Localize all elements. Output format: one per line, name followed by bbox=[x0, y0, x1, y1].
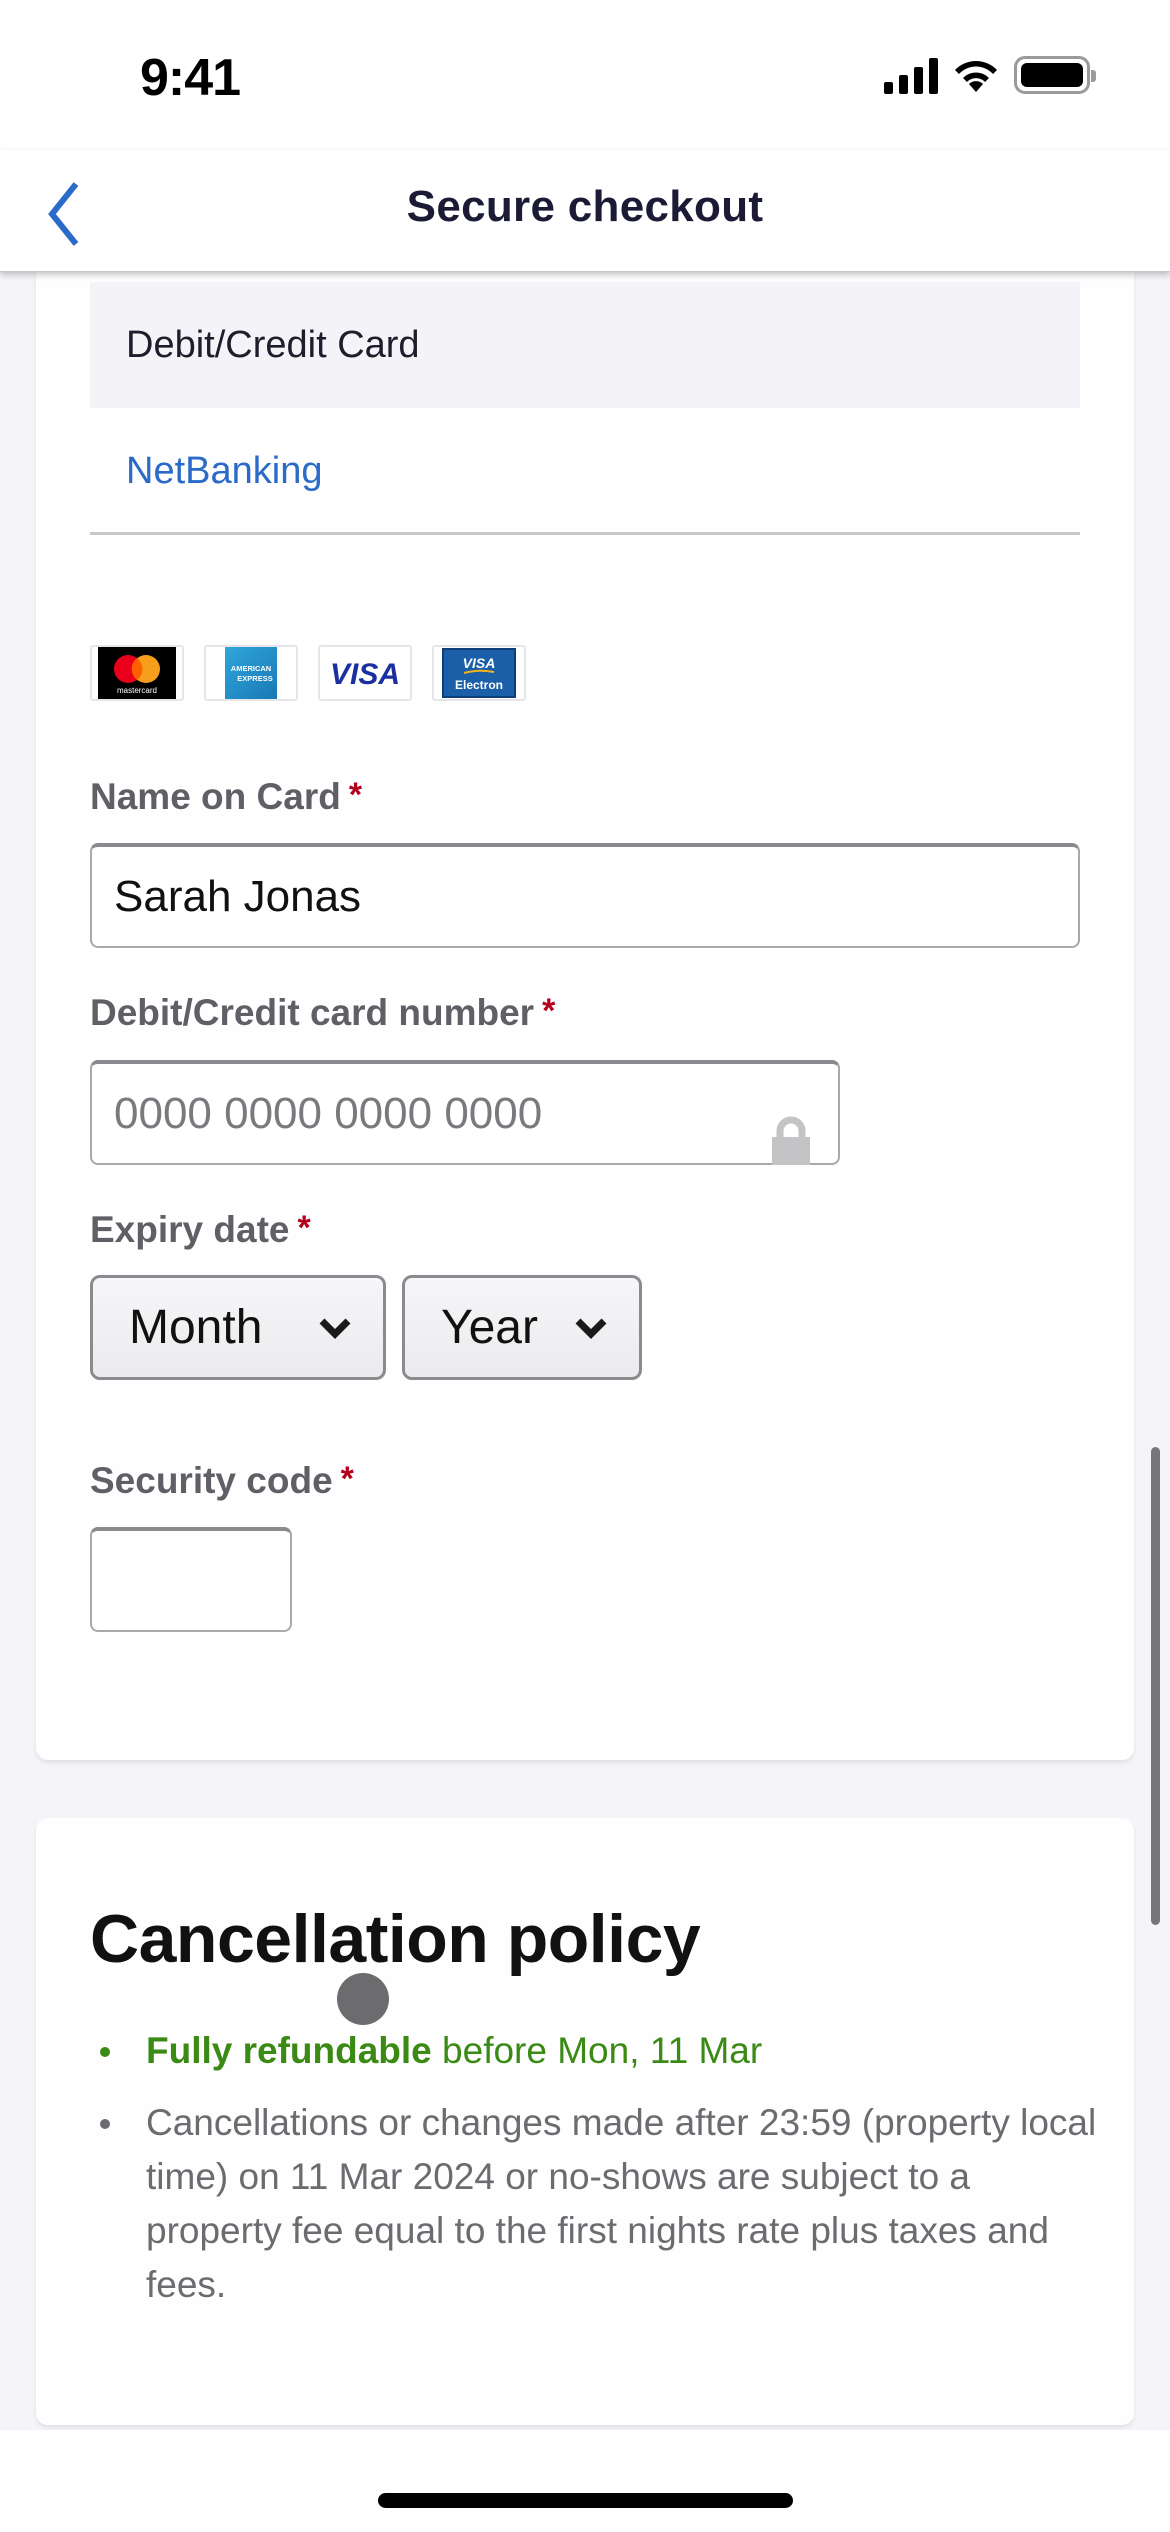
tab-divider bbox=[90, 532, 1080, 535]
card-number-input[interactable]: 0000 0000 0000 0000 bbox=[90, 1060, 840, 1165]
logo-text: VISA bbox=[330, 658, 400, 691]
list-item: Fully refundable before Mon, 11 Mar bbox=[90, 2024, 1100, 2078]
battery-icon bbox=[1014, 56, 1096, 94]
lock-icon bbox=[772, 1116, 810, 1165]
mastercard-logo-icon: mastercard bbox=[90, 645, 184, 701]
home-indicator[interactable] bbox=[378, 2493, 793, 2508]
card-number-label: Debit/Credit card number * bbox=[90, 992, 555, 1034]
svg-text:EXPRESS: EXPRESS bbox=[237, 674, 272, 683]
tab-label: Debit/Credit Card bbox=[126, 323, 420, 366]
chevron-down-icon bbox=[319, 1318, 351, 1339]
cellular-signal-icon bbox=[884, 56, 938, 94]
security-code-label: Security code * bbox=[90, 1460, 354, 1502]
payment-card-panel: Debit/Credit Card NetBanking mastercard … bbox=[36, 272, 1134, 1760]
name-on-card-label: Name on Card * bbox=[90, 776, 362, 818]
cancellation-policy-card: Cancellation policy Fully refundable bef… bbox=[36, 1818, 1134, 2425]
tab-label: NetBanking bbox=[126, 449, 323, 492]
expiry-date-label: Expiry date * bbox=[90, 1209, 311, 1251]
required-marker: * bbox=[340, 1460, 354, 1498]
amex-logo-icon: AMERICAN EXPRESS bbox=[204, 645, 298, 701]
label-text: Security code bbox=[90, 1460, 333, 1501]
tab-netbanking[interactable]: NetBanking bbox=[90, 408, 1080, 534]
bottom-safe-area bbox=[0, 2430, 1170, 2532]
svg-text:Electron: Electron bbox=[455, 678, 503, 692]
required-marker: * bbox=[348, 776, 363, 814]
svg-text:VISA: VISA bbox=[463, 655, 496, 671]
label-text: Expiry date bbox=[90, 1209, 290, 1250]
status-bar: 9:41 bbox=[0, 0, 1170, 150]
required-marker: * bbox=[297, 1209, 311, 1247]
page-title: Secure checkout bbox=[406, 182, 764, 231]
select-value: Month bbox=[129, 1301, 263, 1354]
cancellation-policy-list: Fully refundable before Mon, 11 Mar Canc… bbox=[90, 2024, 1100, 2330]
visa-electron-logo-icon: VISA Electron bbox=[432, 645, 526, 701]
security-code-input[interactable] bbox=[90, 1527, 292, 1632]
refund-deadline: before Mon, 11 Mar bbox=[431, 2030, 763, 2071]
required-marker: * bbox=[542, 992, 556, 1030]
policy-text: Cancellations or changes made after 23:5… bbox=[146, 2102, 1097, 2305]
wifi-icon bbox=[955, 61, 997, 92]
scrollbar[interactable] bbox=[1151, 1447, 1160, 1925]
cancellation-policy-heading: Cancellation policy bbox=[90, 1901, 701, 1977]
select-value: Year bbox=[441, 1301, 538, 1354]
label-text: Name on Card bbox=[90, 776, 341, 817]
status-icons bbox=[884, 56, 1096, 94]
accepted-cards: mastercard AMERICAN EXPRESS VISA VISA El… bbox=[90, 645, 526, 701]
svg-text:AMERICAN: AMERICAN bbox=[231, 664, 271, 673]
visa-logo-icon: VISA bbox=[318, 645, 412, 701]
nav-bar: Secure checkout bbox=[0, 150, 1170, 272]
refund-status: Fully refundable bbox=[146, 2030, 432, 2071]
expiry-month-select[interactable]: Month bbox=[90, 1275, 386, 1380]
input-placeholder: 0000 0000 0000 0000 bbox=[114, 1088, 543, 1138]
logo-text: mastercard bbox=[117, 686, 157, 695]
tab-debit-credit-card[interactable]: Debit/Credit Card bbox=[90, 282, 1080, 408]
touch-indicator bbox=[337, 1973, 389, 2025]
status-time: 9:41 bbox=[140, 49, 241, 107]
label-text: Debit/Credit card number bbox=[90, 992, 535, 1033]
expiry-year-select[interactable]: Year bbox=[402, 1275, 642, 1380]
chevron-down-icon bbox=[575, 1318, 607, 1339]
name-on-card-input[interactable]: Sarah Jonas bbox=[90, 843, 1080, 948]
input-value: Sarah Jonas bbox=[114, 871, 362, 921]
list-item: Cancellations or changes made after 23:5… bbox=[90, 2096, 1100, 2312]
